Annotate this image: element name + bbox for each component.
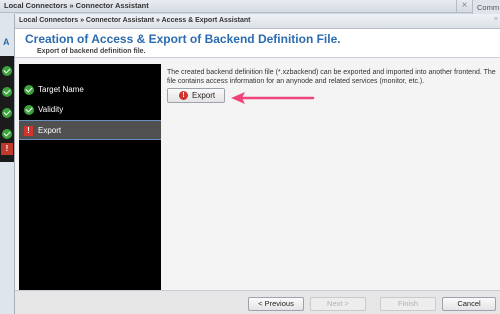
check-icon [24,85,34,95]
dialog-breadcrumb: Local Connectors » Connector Assistant »… [19,17,251,24]
outer-close-icon[interactable]: × [456,0,472,13]
previous-button[interactable]: < Previous [248,297,304,311]
outer-titlebar: Local Connectors » Connector Assistant × [0,0,500,13]
cancel-button[interactable]: Cancel [442,297,496,311]
page-subtitle: Export of backend definition file. [37,48,146,55]
export-button-label: Export [192,91,216,100]
dialog-footer: < Previous Next > Finish Cancel [15,290,500,314]
step-item-target-name[interactable]: Target Name [19,80,161,100]
annotation-arrow-icon [231,92,315,104]
check-icon [24,105,34,115]
step-item-validity[interactable]: Validity [19,100,161,120]
background-app-letter: A [3,37,10,47]
check-icon [2,108,12,118]
check-icon [2,66,12,76]
step-item-export[interactable]: ! Export [19,120,161,140]
outer-window-title: Local Connectors » Connector Assistant [4,1,149,10]
error-icon: ! [1,143,13,155]
warning-icon: ! [179,91,188,100]
assistant-dialog: Local Connectors » Connector Assistant »… [14,14,500,314]
check-icon [2,87,12,97]
export-description: The created backend definition file (*.x… [167,69,496,85]
step-label: Target Name [38,85,84,94]
finish-button[interactable]: Finish [380,297,436,311]
step-list: Target Name Validity ! Export [19,64,161,305]
next-button[interactable]: Next > [310,297,366,311]
page-title: Creation of Access & Export of Backend D… [25,32,341,46]
error-glyph: ! [27,126,30,135]
dialog-titlebar: Local Connectors » Connector Assistant »… [15,14,500,29]
background-app-strip: A ! [0,13,14,314]
error-icon: ! [24,126,33,136]
step-label: Export [38,126,62,135]
check-icon [2,129,12,139]
export-button[interactable]: ! Export [167,88,225,103]
step-label: Validity [38,105,64,114]
dialog-header: Creation of Access & Export of Backend D… [15,29,500,58]
dialog-close-icon[interactable]: × [494,16,498,23]
